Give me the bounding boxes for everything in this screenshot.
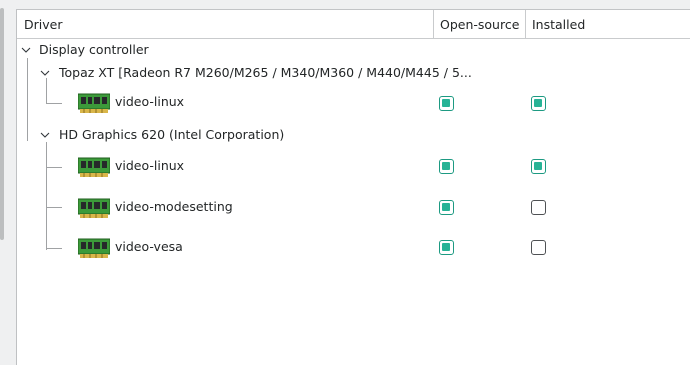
top-panel-edge xyxy=(16,0,690,10)
header-open-source[interactable]: Open-source xyxy=(433,10,525,39)
driver-tree-view[interactable]: Driver Open-source Installed Display con… xyxy=(16,10,690,365)
tree-guide-line xyxy=(46,248,62,249)
installed-checkbox[interactable] xyxy=(531,159,546,174)
graphics-card-icon xyxy=(78,198,110,218)
driver-name[interactable]: video-linux xyxy=(115,93,184,111)
installed-checkbox[interactable] xyxy=(531,200,546,215)
tree-guide-line xyxy=(46,78,47,104)
open-source-checkbox[interactable] xyxy=(439,159,454,174)
chevron-down-icon[interactable] xyxy=(40,68,50,78)
header-driver[interactable]: Driver xyxy=(17,10,433,39)
column-header: Driver Open-source Installed xyxy=(17,10,690,39)
tree-guide-line xyxy=(46,207,62,208)
driver-name[interactable]: video-linux xyxy=(115,157,184,175)
graphics-card-icon xyxy=(78,93,110,113)
category-display-controller[interactable]: Display controller xyxy=(39,41,149,59)
tree-guide-line xyxy=(46,103,62,104)
device-topaz-xt[interactable]: Topaz XT [Radeon R7 M260/M265 / M340/M36… xyxy=(59,64,472,82)
header-installed[interactable]: Installed xyxy=(525,10,690,39)
device-hd-graphics-620[interactable]: HD Graphics 620 (Intel Corporation) xyxy=(59,126,284,144)
tree-guide-line xyxy=(46,142,47,250)
open-source-checkbox[interactable] xyxy=(439,200,454,215)
driver-name[interactable]: video-vesa xyxy=(115,238,183,256)
installed-checkbox[interactable] xyxy=(531,96,546,111)
chevron-down-icon[interactable] xyxy=(21,45,31,55)
chevron-down-icon[interactable] xyxy=(40,130,50,140)
graphics-card-icon xyxy=(78,157,110,177)
tree-guide-line xyxy=(27,58,28,141)
graphics-card-icon xyxy=(78,238,110,258)
left-scrollbar[interactable] xyxy=(0,8,4,240)
open-source-checkbox[interactable] xyxy=(439,240,454,255)
tree-guide-line xyxy=(46,167,62,168)
driver-name[interactable]: video-modesetting xyxy=(115,198,233,216)
open-source-checkbox[interactable] xyxy=(439,96,454,111)
installed-checkbox[interactable] xyxy=(531,240,546,255)
